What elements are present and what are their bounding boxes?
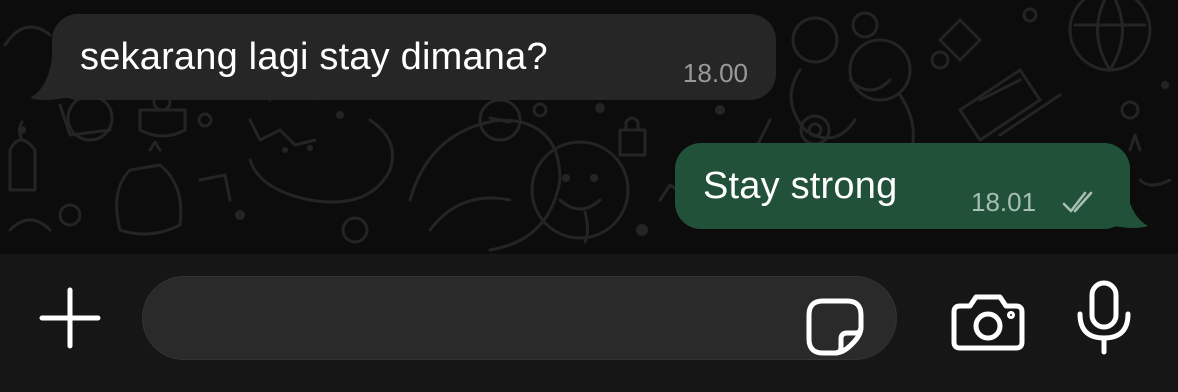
plus-icon[interactable]: [36, 284, 104, 352]
message-composer-bar: [0, 254, 1178, 392]
chat-message-area[interactable]: sekarang lagi stay dimana? 18.00 Stay st…: [0, 0, 1178, 254]
message-timestamp: 18.01: [971, 187, 1037, 217]
outgoing-message-bubble[interactable]: Stay strong 18.01: [675, 143, 1130, 229]
message-timestamp: 18.00: [682, 58, 748, 88]
camera-icon[interactable]: [950, 292, 1026, 352]
microphone-icon[interactable]: [1074, 280, 1134, 356]
sticker-icon[interactable]: [805, 297, 865, 357]
chat-screen: sekarang lagi stay dimana? 18.00 Stay st…: [0, 0, 1178, 392]
double-check-read-icon: [1062, 191, 1093, 213]
message-text: sekarang lagi stay dimana?: [80, 36, 548, 78]
incoming-message-bubble[interactable]: sekarang lagi stay dimana? 18.00: [52, 14, 776, 100]
message-text: Stay strong: [703, 165, 898, 207]
message-input[interactable]: [142, 276, 897, 360]
